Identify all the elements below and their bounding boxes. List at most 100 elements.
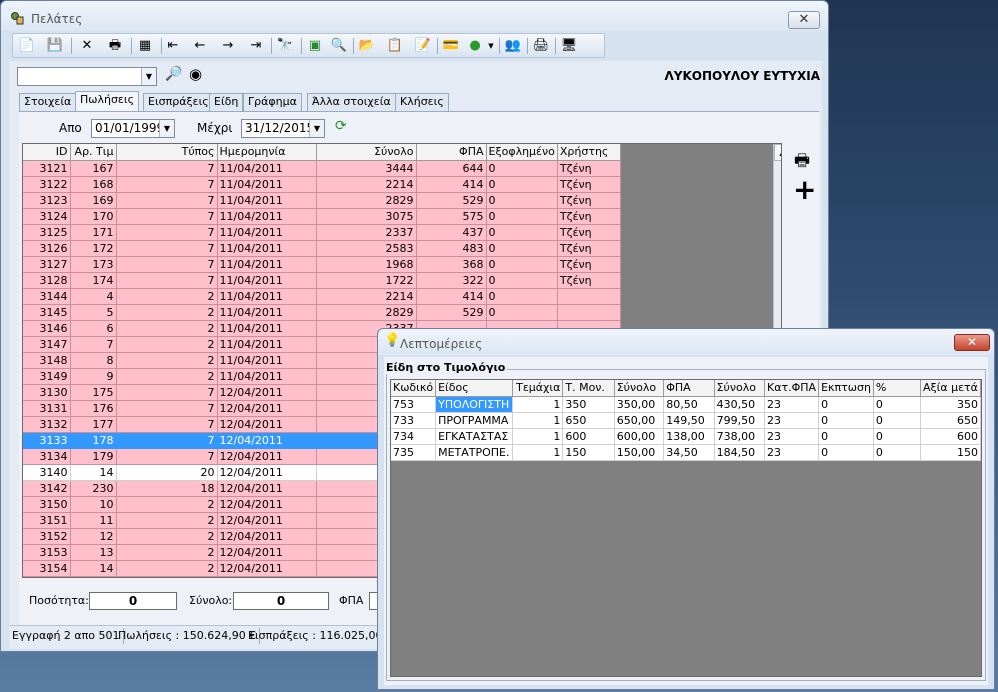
- chevron-down-icon[interactable]: ▼: [309, 120, 324, 137]
- table-cell-date[interactable]: 12/04/2011: [217, 400, 317, 417]
- table-cell-num[interactable]: 7: [70, 336, 117, 353]
- table-cell-num[interactable]: 169: [70, 192, 117, 209]
- printer-list-icon[interactable]: 🖨: [531, 37, 551, 55]
- table-cell-user[interactable]: Τζένη: [557, 160, 621, 177]
- table-cell-vatcat[interactable]: 23: [764, 396, 820, 413]
- table-cell-date[interactable]: 11/04/2011: [217, 240, 317, 257]
- table-cell-pct[interactable]: 0: [873, 428, 921, 445]
- table-cell-num[interactable]: 11: [70, 512, 117, 529]
- table-cell-id[interactable]: 3122: [23, 176, 71, 193]
- card-icon[interactable]: 💳: [441, 37, 461, 55]
- tab-calls[interactable]: Κλήσεις: [395, 93, 449, 111]
- table-cell-total[interactable]: 2583: [316, 240, 417, 257]
- table-cell-total[interactable]: 1722: [316, 272, 417, 289]
- table-cell-unit[interactable]: 350: [562, 396, 615, 413]
- table-cell-id[interactable]: 3131: [23, 400, 71, 417]
- column-header[interactable]: Ημερομηνία: [217, 144, 317, 161]
- table-cell-user[interactable]: Τζένη: [557, 208, 621, 225]
- table-cell-user[interactable]: Τζένη: [557, 240, 621, 257]
- table-cell-id[interactable]: 3130: [23, 384, 71, 401]
- table-cell-unit[interactable]: 650: [562, 412, 615, 429]
- column-header[interactable]: Χρήστης: [557, 144, 621, 161]
- table-cell-type[interactable]: 2: [116, 368, 218, 385]
- table-cell-date[interactable]: 12/04/2011: [217, 528, 317, 545]
- from-date-picker[interactable]: 01/01/1999 ▼: [91, 119, 175, 138]
- table-cell-vat[interactable]: 80,50: [663, 396, 715, 413]
- to-date-picker[interactable]: 31/12/2015 ▼: [241, 119, 325, 138]
- table-cell-type[interactable]: 2: [116, 288, 218, 305]
- tab-other-details[interactable]: Άλλα στοιχεία: [307, 93, 396, 111]
- table-cell-pct[interactable]: 0: [873, 412, 921, 429]
- refresh-icon[interactable]: ⟳: [335, 118, 347, 134]
- table-cell-num[interactable]: 13: [70, 544, 117, 561]
- table-cell-disc[interactable]: 0: [818, 396, 874, 413]
- table-cell-date[interactable]: 11/04/2011: [217, 176, 317, 193]
- table-cell-vat[interactable]: 414: [416, 176, 487, 193]
- excel-export-icon[interactable]: ▣: [305, 37, 325, 55]
- table-row[interactable]: 3144 4 2 11/04/2011 2214 414 0: [23, 288, 621, 305]
- table-row[interactable]: 3126 172 7 11/04/2011 2583 483 0 Τζένη: [23, 240, 621, 257]
- table-cell-type[interactable]: 7: [116, 224, 218, 241]
- table-cell-qty[interactable]: 1: [512, 396, 564, 413]
- table-cell-num[interactable]: 230: [70, 480, 117, 497]
- table-cell-type[interactable]: 2: [116, 544, 218, 561]
- table-cell-type[interactable]: 20: [116, 464, 218, 481]
- table-cell-id[interactable]: 3142: [23, 480, 71, 497]
- table-cell-num[interactable]: 175: [70, 384, 117, 401]
- column-header[interactable]: Σύνολο: [316, 144, 417, 161]
- monitor-icon[interactable]: 🖥: [559, 37, 579, 55]
- table-row[interactable]: 3145 5 2 11/04/2011 2829 529 0: [23, 304, 621, 321]
- table-cell-id[interactable]: 3149: [23, 368, 71, 385]
- table-cell-date[interactable]: 12/04/2011: [217, 496, 317, 513]
- table-cell-date[interactable]: 12/04/2011: [217, 384, 317, 401]
- clock-icon[interactable]: ◉: [189, 65, 202, 83]
- column-header[interactable]: ΦΠΑ: [663, 380, 715, 397]
- table-cell-id[interactable]: 3134: [23, 448, 71, 465]
- table-cell-num[interactable]: 178: [70, 432, 117, 449]
- table-cell-vat[interactable]: 437: [416, 224, 487, 241]
- table-cell-type[interactable]: 7: [116, 416, 218, 433]
- table-cell-id[interactable]: 3132: [23, 416, 71, 433]
- table-cell-qty[interactable]: 1: [512, 444, 564, 461]
- table-cell-num[interactable]: 177: [70, 416, 117, 433]
- table-cell-code[interactable]: 734: [391, 428, 437, 445]
- column-header[interactable]: Τύπος: [116, 144, 218, 161]
- table-cell-id[interactable]: 3144: [23, 288, 71, 305]
- table-cell-id[interactable]: 3124: [23, 208, 71, 225]
- table-cell-num[interactable]: 172: [70, 240, 117, 257]
- table-cell-after[interactable]: 350: [920, 396, 981, 413]
- table-cell-num[interactable]: 5: [70, 304, 117, 321]
- table-cell-id[interactable]: 3152: [23, 528, 71, 545]
- table-cell-num[interactable]: 8: [70, 352, 117, 369]
- table-cell-gross[interactable]: 799,50: [714, 412, 766, 429]
- table-cell-total[interactable]: 600,00: [614, 428, 665, 445]
- table-cell-date[interactable]: 12/04/2011: [217, 416, 317, 433]
- table-cell-id[interactable]: 3153: [23, 544, 71, 561]
- preview-icon[interactable]: 🔍: [329, 37, 349, 55]
- table-cell-num[interactable]: 179: [70, 448, 117, 465]
- table-cell-type[interactable]: 2: [116, 496, 218, 513]
- table-cell-after[interactable]: 600: [920, 428, 981, 445]
- table-cell-paid[interactable]: 0: [486, 224, 558, 241]
- table-cell-date[interactable]: 11/04/2011: [217, 208, 317, 225]
- table-cell-date[interactable]: 11/04/2011: [217, 352, 317, 369]
- table-cell-num[interactable]: 174: [70, 272, 117, 289]
- table-cell-paid[interactable]: 0: [486, 304, 558, 321]
- table-cell-date[interactable]: 11/04/2011: [217, 304, 317, 321]
- table-cell-total[interactable]: 3075: [316, 208, 417, 225]
- tab-items[interactable]: Είδη: [209, 93, 244, 111]
- table-cell-gross[interactable]: 430,50: [714, 396, 766, 413]
- table-row[interactable]: 733 ΠΡΟΓΡΑΜΜΑ 1 650 650,00 149,50 799,50 23 0 0 65…: [391, 412, 981, 429]
- table-cell-total[interactable]: 2214: [316, 288, 417, 305]
- table-cell-vat[interactable]: 414: [416, 288, 487, 305]
- table-cell-type[interactable]: 7: [116, 400, 218, 417]
- folder-icon[interactable]: 📂: [357, 37, 377, 55]
- details-titlebar[interactable]: 💡 Λεπτομέρειες ✕: [378, 329, 994, 355]
- table-cell-paid[interactable]: 0: [486, 272, 558, 289]
- table-row[interactable]: 3128 174 7 11/04/2011 1722 322 0 Τζένη: [23, 272, 621, 289]
- table-row[interactable]: 3122 168 7 11/04/2011 2214 414 0 Τζένη: [23, 176, 621, 193]
- table-cell-vatcat[interactable]: 23: [764, 428, 820, 445]
- table-cell-vat[interactable]: 149,50: [663, 412, 715, 429]
- table-cell-id[interactable]: 3123: [23, 192, 71, 209]
- tab-chart[interactable]: Γράφημα: [243, 93, 302, 111]
